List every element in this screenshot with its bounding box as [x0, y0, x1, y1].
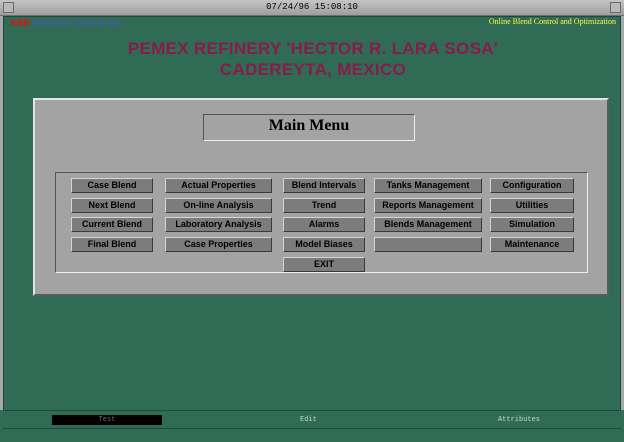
trend-button[interactable]: Trend	[283, 198, 365, 213]
test-mode-tab[interactable]: Test	[52, 415, 162, 425]
blends-management-button[interactable]: Blends Management	[374, 217, 482, 232]
reports-management-button[interactable]: Reports Management	[374, 198, 482, 213]
model-biases-button[interactable]: Model Biases	[283, 237, 365, 252]
utilities-button[interactable]: Utilities	[490, 198, 574, 213]
refinery-location: CADEREYTA, MEXICO	[219, 60, 407, 79]
status-strip	[3, 428, 621, 439]
abb-logo-text: ABB	[9, 18, 30, 29]
configuration-button[interactable]: Configuration	[490, 178, 574, 193]
main-menu-title: Main Menu	[203, 114, 415, 141]
alarms-button[interactable]: Alarms	[283, 217, 365, 232]
window-timestamp: 07/24/96 15:08:10	[266, 2, 358, 12]
edit-mode-tab[interactable]: Edit	[300, 415, 317, 425]
exit-button[interactable]: EXIT	[283, 257, 365, 272]
attributes-mode-tab[interactable]: Attributes	[498, 415, 540, 425]
blend-intervals-button[interactable]: Blend Intervals	[283, 178, 365, 193]
current-blend-button[interactable]: Current Blend	[71, 217, 153, 232]
main-screen: ABB Industrial Systems Inc. Online Blend…	[3, 16, 621, 426]
main-menu-panel: Main Menu Case Blend Next Blend Current …	[33, 98, 609, 296]
blank-menu-button[interactable]	[374, 237, 482, 252]
simulation-button[interactable]: Simulation	[490, 217, 574, 232]
app-title: Online Blend Control and Optimization	[488, 17, 616, 26]
actual-properties-button[interactable]: Actual Properties	[165, 178, 272, 193]
maintenance-button[interactable]: Maintenance	[490, 237, 574, 252]
case-blend-button[interactable]: Case Blend	[71, 178, 153, 193]
tanks-management-button[interactable]: Tanks Management	[374, 178, 482, 193]
company-logo: ABB Industrial Systems Inc.	[9, 18, 124, 29]
next-blend-button[interactable]: Next Blend	[71, 198, 153, 213]
company-name: Industrial Systems Inc.	[32, 18, 124, 29]
online-analysis-button[interactable]: On-line Analysis	[165, 198, 272, 213]
laboratory-analysis-button[interactable]: Laboratory Analysis	[165, 217, 272, 232]
case-properties-button[interactable]: Case Properties	[165, 237, 272, 252]
bottom-divider	[3, 410, 621, 411]
window-title-bar[interactable]: 07/24/96 15:08:10	[0, 0, 624, 16]
final-blend-button[interactable]: Final Blend	[71, 237, 153, 252]
refinery-title: PEMEX REFINERY 'HECTOR R. LARA SOSA'	[127, 39, 499, 58]
window-maximize-button[interactable]	[610, 2, 621, 13]
